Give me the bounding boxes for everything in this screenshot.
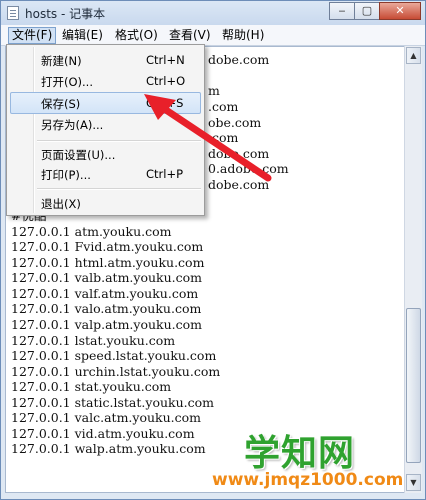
hosts-line: 127.0.0.1 lstat.youku.com: [11, 333, 176, 348]
hosts-line: 127.0.0.1 static.lstat.youku.com: [11, 395, 214, 410]
watermark-url: www.jmqz1000.com: [212, 470, 404, 490]
hosts-line: 127.0.0.1 walp.atm.youku.com: [11, 441, 206, 456]
menu-file[interactable]: 文件(F): [8, 27, 57, 44]
hosts-line: 127.0.0.1 Fvid.atm.youku.com: [11, 239, 204, 254]
hosts-line: 127.0.0.1 speed.lstat.youku.com: [11, 348, 217, 363]
hosts-line: 127.0.0.1 atm.youku.com: [11, 224, 172, 239]
menu-item-new[interactable]: 新建(N) Ctrl+N: [10, 49, 201, 71]
hosts-line: 127.0.0.1 valp.atm.youku.com: [11, 317, 203, 332]
hosts-line: 127.0.0.1 vid.atm.youku.com: [11, 426, 195, 441]
menu-item-label: 打印(P)...: [41, 168, 91, 182]
watermark-logo: 学知网: [244, 433, 356, 474]
close-button[interactable]: ✕: [379, 2, 421, 20]
menu-separator: [37, 188, 201, 190]
menu-item-shortcut: Ctrl+O: [146, 74, 186, 88]
red-arrow-annotation: [144, 94, 272, 182]
hosts-line: 127.0.0.1 html.atm.youku.com: [11, 255, 205, 270]
menu-item-label: 退出(X): [41, 197, 81, 211]
menu-edit[interactable]: 编辑(E): [59, 27, 106, 44]
menu-item-exit[interactable]: 退出(X): [10, 192, 201, 214]
menu-format[interactable]: 格式(O): [112, 27, 161, 44]
hosts-line: 127.0.0.1 urchin.lstat.youku.com: [11, 364, 221, 379]
text-fragment: dobe.com: [208, 52, 270, 67]
minimize-button[interactable]: ‒: [329, 2, 355, 20]
menu-item-label: 页面设置(U)...: [41, 148, 116, 162]
hosts-line: 127.0.0.1 valo.atm.youku.com: [11, 301, 202, 316]
scroll-down-icon[interactable]: ▼: [406, 474, 421, 491]
scroll-up-icon[interactable]: ▲: [406, 47, 421, 64]
hosts-line: 127.0.0.1 valc.atm.youku.com: [11, 410, 202, 425]
menu-bar: 文件(F) 编辑(E) 格式(O) 查看(V) 帮助(H): [1, 25, 425, 46]
hosts-line: 127.0.0.1 stat.youku.com: [11, 379, 172, 394]
hosts-line: 127.0.0.1 valb.atm.youku.com: [11, 270, 203, 285]
window-title: hosts - 记事本: [25, 7, 106, 21]
hosts-line: 127.0.0.1 valf.atm.youku.com: [11, 286, 199, 301]
menu-view[interactable]: 查看(V): [166, 27, 214, 44]
menu-help[interactable]: 帮助(H): [219, 27, 267, 44]
arrow-shaft: [156, 102, 272, 182]
maximize-button[interactable]: ▢: [354, 2, 380, 20]
menu-item-label: 新建(N): [41, 54, 82, 68]
scrollbar-thumb[interactable]: [406, 308, 421, 463]
menu-item-label: 打开(O)...: [41, 75, 93, 89]
notepad-icon: [7, 6, 19, 20]
menu-item-shortcut: Ctrl+N: [146, 53, 185, 67]
menu-item-open[interactable]: 打开(O)... Ctrl+O: [10, 70, 201, 92]
vertical-scrollbar[interactable]: ▲ ▼: [404, 46, 422, 493]
window-controls: ‒ ▢ ✕: [329, 2, 421, 20]
menu-item-label: 保存(S): [41, 97, 81, 111]
title-bar[interactable]: hosts - 记事本 ‒ ▢ ✕: [1, 1, 425, 25]
menu-item-label: 另存为(A)...: [41, 118, 104, 132]
